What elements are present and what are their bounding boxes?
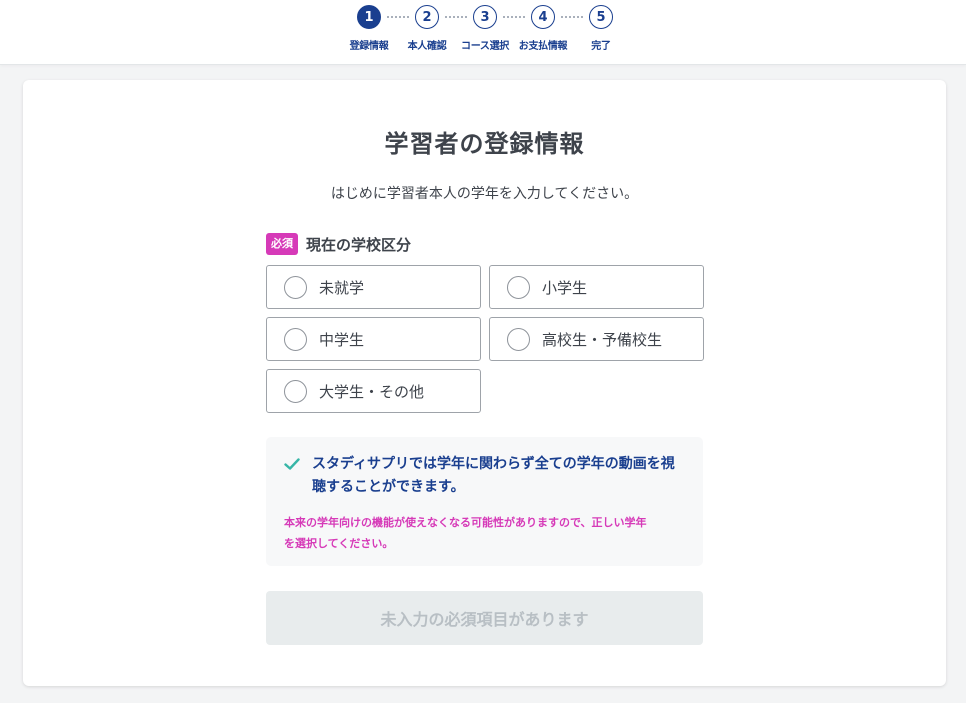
school-category-label: 現在の学校区分 — [306, 235, 412, 254]
notice-warning-line: を選択してください。 — [284, 537, 394, 550]
option-elementary[interactable]: 小学生 — [489, 265, 704, 309]
option-university-other[interactable]: 大学生・その他 — [266, 369, 481, 413]
step-3: 3 コース選択 — [460, 5, 510, 52]
submit-button[interactable]: 未入力の必須項目があります — [266, 591, 703, 645]
radio-circle[interactable] — [284, 327, 307, 351]
step-connector — [387, 5, 409, 29]
notice-main-text: スタディサプリでは学年に関わらず全ての学年の動画を視 聴することができます。 — [312, 453, 692, 499]
step-5: 5 完了 — [576, 5, 626, 52]
step-1-label: 登録情報 — [349, 41, 389, 52]
notice-warning-text: 本来の学年向けの機能が使えなくなる可能性がありますので、正しい学年 を選択してく… — [284, 512, 694, 554]
notice-warning-line: 本来の学年向けの機能が使えなくなる可能性がありますので、正しい学年 — [284, 516, 647, 529]
radio-circle[interactable] — [507, 275, 530, 299]
notice-main-line: スタディサプリでは学年に関わらず全ての学年の動画を視 — [312, 456, 675, 472]
check-icon — [284, 458, 300, 470]
step-5-label: 完了 — [591, 41, 611, 52]
site-header: 1 登録情報 2 本人確認 3 コース選択 4 お支払情報 5 完了 — [0, 0, 966, 65]
step-5-number: 5 — [589, 5, 613, 29]
option-label: 中学生 — [319, 330, 365, 349]
step-2-label: 本人確認 — [407, 41, 447, 52]
step-connector — [445, 5, 467, 29]
step-4: 4 お支払情報 — [518, 5, 568, 52]
step-4-number: 4 — [531, 5, 555, 29]
notice-main-line: 聴することができます。 — [312, 479, 465, 495]
step-3-number: 3 — [473, 5, 497, 29]
step-3-label: コース選択 — [461, 41, 509, 52]
option-label: 大学生・その他 — [319, 382, 425, 401]
radio-circle[interactable] — [507, 327, 530, 351]
step-1-number: 1 — [357, 5, 381, 29]
radio-circle[interactable] — [284, 379, 307, 403]
step-2: 2 本人確認 — [402, 5, 452, 52]
step-2-number: 2 — [415, 5, 439, 29]
required-badge: 必須 — [266, 233, 298, 255]
radio-circle[interactable] — [284, 275, 307, 299]
notice-box: スタディサプリでは学年に関わらず全ての学年の動画を視 聴することができます。 本… — [266, 437, 703, 566]
registration-card: 学習者の登録情報 はじめに学習者本人の学年を入力してください。 必須 現在の学校… — [23, 80, 946, 686]
step-connector — [561, 5, 583, 29]
option-label: 高校生・予備校生 — [542, 330, 663, 349]
step-1: 1 登録情報 — [344, 5, 394, 52]
school-category-header: 必須 現在の学校区分 — [266, 233, 411, 255]
step-connector — [503, 5, 525, 29]
option-label: 小学生 — [542, 278, 588, 297]
option-preschool[interactable]: 未就学 — [266, 265, 481, 309]
option-high-school[interactable]: 高校生・予備校生 — [489, 317, 704, 361]
page-title: 学習者の登録情報 — [384, 130, 585, 158]
option-junior-high[interactable]: 中学生 — [266, 317, 481, 361]
step-4-label: お支払情報 — [518, 41, 568, 52]
progress-stepper: 1 登録情報 2 本人確認 3 コース選択 4 お支払情報 5 完了 — [344, 5, 626, 52]
intro-text: はじめに学習者本人の学年を入力してください。 — [330, 186, 639, 202]
option-label: 未就学 — [319, 278, 365, 297]
